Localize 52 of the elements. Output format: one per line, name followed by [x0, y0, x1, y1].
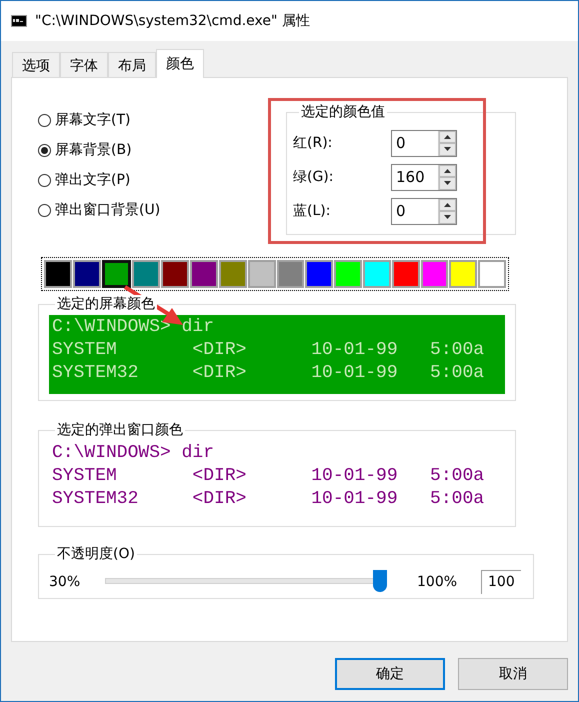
- radio-button[interactable]: [38, 144, 51, 156]
- radio-label[interactable]: 屏幕文字(T): [55, 111, 130, 129]
- radio-label[interactable]: 弹出窗口背景(U): [55, 201, 160, 219]
- color-swatch[interactable]: [276, 260, 304, 288]
- window-title: "C:\WINDOWS\system32\cmd.exe" 属性: [35, 12, 310, 30]
- color-swatch[interactable]: [44, 260, 72, 288]
- console-icon: [11, 15, 27, 27]
- color-swatch[interactable]: [248, 260, 276, 288]
- color-swatch[interactable]: [102, 260, 132, 288]
- tab[interactable]: 字体: [60, 52, 108, 78]
- color-swatch[interactable]: [449, 260, 478, 288]
- console-line: SYSTEM <DIR> 10-01-99 5:00a: [52, 465, 486, 488]
- group-title: 不透明度(O): [55, 545, 137, 563]
- tab[interactable]: 选项: [12, 52, 60, 78]
- field-label: 蓝(L):: [293, 202, 332, 220]
- radio-button[interactable]: [38, 114, 51, 126]
- console-line: C:\WINDOWS> dir: [52, 316, 216, 339]
- color-swatch[interactable]: [161, 260, 190, 288]
- radio-label[interactable]: 弹出文字(P): [55, 171, 130, 189]
- color-swatch[interactable]: [362, 260, 391, 288]
- radio-label[interactable]: 屏幕背景(B): [55, 141, 132, 159]
- dialog-button[interactable]: 取消: [458, 658, 568, 690]
- group-title: 选定的屏幕颜色: [55, 295, 157, 313]
- color-swatch[interactable]: [420, 260, 448, 288]
- color-swatch[interactable]: [218, 260, 247, 288]
- tab[interactable]: 颜色: [156, 49, 204, 78]
- color-swatch[interactable]: [305, 260, 334, 288]
- min-label: 30%: [49, 574, 82, 590]
- opacity-field[interactable]: 100: [481, 570, 521, 594]
- radio-button[interactable]: [38, 174, 51, 186]
- color-swatch[interactable]: [132, 260, 160, 288]
- field-label: 红(R):: [293, 134, 334, 152]
- number-field[interactable]: 160: [391, 164, 457, 190]
- field-label: 绿(G):: [293, 168, 334, 186]
- console-line: SYSTEM32 <DIR> 10-01-99 5:00a: [52, 488, 486, 511]
- color-swatch[interactable]: [334, 260, 362, 288]
- dialog-button[interactable]: 确定: [335, 658, 445, 690]
- number-field[interactable]: 0: [391, 198, 457, 224]
- number-field[interactable]: 0: [391, 130, 457, 156]
- group-title: 选定的颜色值: [299, 103, 387, 121]
- radio-button[interactable]: [38, 204, 51, 216]
- color-swatch[interactable]: [190, 260, 218, 288]
- max-label: 100%: [416, 574, 458, 590]
- console-line: SYSTEM32 <DIR> 10-01-99 5:00a: [52, 362, 486, 385]
- group-title: 选定的弹出窗口颜色: [55, 421, 185, 439]
- color-swatch[interactable]: [72, 260, 101, 288]
- console-line: C:\WINDOWS> dir: [52, 442, 216, 465]
- color-swatch[interactable]: [478, 260, 506, 288]
- slider-thumb[interactable]: [373, 570, 387, 592]
- color-swatch[interactable]: [392, 260, 420, 288]
- console-line: SYSTEM <DIR> 10-01-99 5:00a: [52, 339, 486, 362]
- tab[interactable]: 布局: [108, 52, 156, 78]
